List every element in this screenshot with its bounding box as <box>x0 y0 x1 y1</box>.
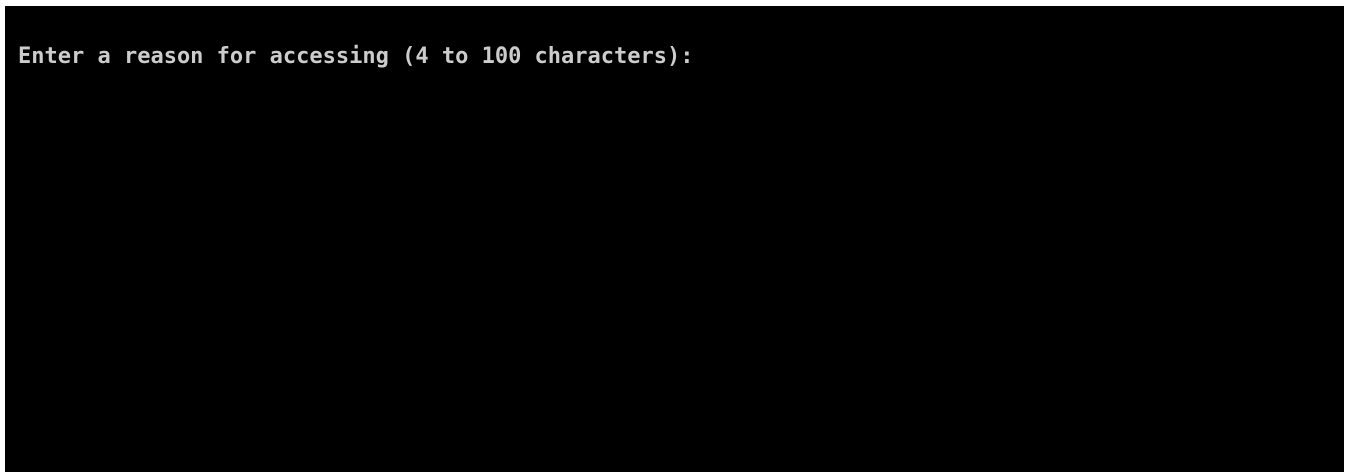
prompt-line[interactable]: Enter a reason for accessing (4 to 100 c… <box>18 43 694 71</box>
terminal-window[interactable]: Enter a reason for accessing (4 to 100 c… <box>5 6 1344 472</box>
prompt-text: Enter a reason for accessing (4 to 100 c… <box>18 44 694 69</box>
console-frame: Enter a reason for accessing (4 to 100 c… <box>0 0 1346 472</box>
